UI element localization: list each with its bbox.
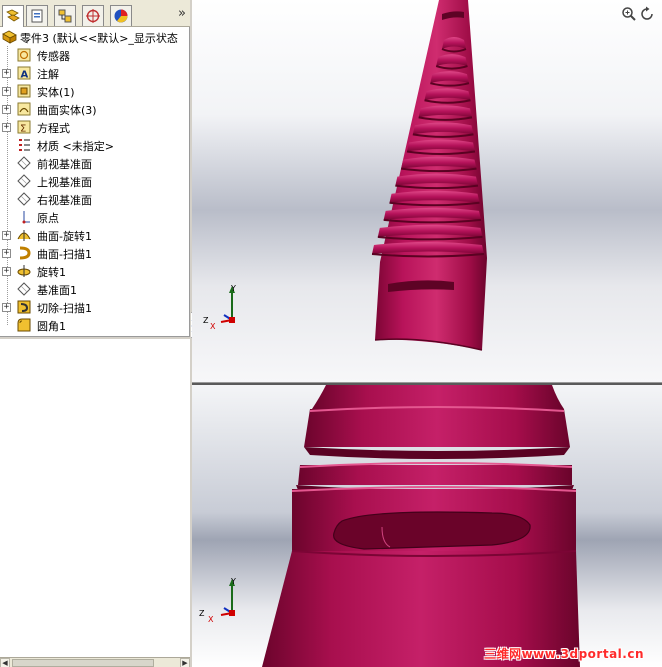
panel-lower-pane: [0, 339, 190, 657]
part-root-icon: [2, 30, 17, 44]
material-icon: [19, 139, 30, 151]
scrollbar-thumb[interactable]: [12, 659, 154, 667]
triad-z-label-bottom: Z: [199, 609, 205, 618]
tree-item-label: 曲面实体(3): [37, 104, 97, 117]
tree-item[interactable]: 右视基准面: [0, 190, 189, 208]
tree-item-label: 圆角1: [37, 320, 66, 333]
tree-item[interactable]: + 曲面-旋转1: [0, 226, 189, 244]
scroll-left-arrow-icon[interactable]: ◀: [0, 658, 10, 667]
surface-sweep-icon: [19, 246, 31, 260]
tree-item[interactable]: 上视基准面: [0, 172, 189, 190]
tree-item-label: 基准面1: [37, 284, 77, 297]
horizontal-scrollbar[interactable]: ◀ ▶: [0, 657, 190, 667]
plane-icon: [17, 156, 31, 170]
triad-z-label: Z: [203, 316, 209, 325]
tree-item-label: 前视基准面: [37, 158, 92, 171]
plane-icon: [17, 174, 31, 188]
tree-item-label: 切除-扫描1: [37, 302, 92, 315]
equation-icon: Σ: [17, 120, 31, 135]
tree-item[interactable]: + 曲面-扫描1: [0, 244, 189, 262]
panel-tab-strip: »: [0, 0, 190, 27]
tree-item[interactable]: + A 注解: [0, 64, 189, 82]
tree-item[interactable]: + 曲面实体(3): [0, 100, 189, 118]
tree-item[interactable]: 材质 <未指定>: [0, 136, 189, 154]
tree-item[interactable]: 基准面1: [0, 280, 189, 298]
surface-revolve-icon: [17, 230, 31, 241]
tree-item-label: 旋转1: [37, 266, 66, 279]
part-model-bottom: [262, 385, 580, 667]
expand-plus-icon[interactable]: +: [2, 123, 11, 132]
feature-manager-panel: » 零件3 (默认<<默认>_显示状态传感器 + A 注解 + 实体(1) + 曲面实体(3)…: [0, 0, 190, 667]
svg-text:Σ: Σ: [20, 124, 26, 135]
tree-item-label: 实体(1): [37, 86, 75, 99]
tree-item-label: 方程式: [37, 122, 70, 135]
propertymanager-icon: [31, 9, 43, 23]
configurationmanager-tab[interactable]: [54, 5, 76, 26]
solid-body-icon: [17, 84, 31, 98]
triad-x-label-bottom: X: [208, 615, 214, 624]
tree-item-label: 曲面-旋转1: [37, 230, 92, 243]
tree-item[interactable]: 原点: [0, 208, 189, 226]
tree-item-label: 曲面-扫描1: [37, 248, 92, 261]
plane-icon: [17, 282, 31, 296]
tree-item-label: 右视基准面: [37, 194, 92, 207]
tree-root-label: 零件3 (默认<<默认>_显示状态: [20, 32, 178, 45]
propertymanager-tab[interactable]: [26, 5, 48, 26]
tree-item[interactable]: 前视基准面: [0, 154, 189, 172]
cut-sweep-icon: [17, 300, 31, 314]
expand-plus-icon[interactable]: +: [2, 249, 11, 258]
origin-icon: [22, 211, 30, 224]
tree-item-label: 原点: [37, 212, 59, 225]
more-tabs-chevron[interactable]: »: [178, 6, 186, 21]
tree-item[interactable]: + 切除-扫描1: [0, 298, 189, 316]
dimxpert-tab[interactable]: [82, 5, 104, 26]
graphics-viewport-bottom[interactable]: Y Z X 三维网www.3dportal.cn: [192, 385, 662, 667]
fillet-icon: [17, 318, 31, 332]
tree-item[interactable]: + Σ 方程式: [0, 118, 189, 136]
graphics-viewport-top[interactable]: Y Z X: [192, 0, 662, 382]
configuration-icon: [58, 9, 72, 23]
plane-icon: [17, 192, 31, 206]
tree-item-label: 传感器: [37, 50, 70, 63]
triad-y-label-bottom: Y: [231, 577, 236, 586]
expand-plus-icon[interactable]: +: [2, 303, 11, 312]
expand-plus-icon[interactable]: +: [2, 231, 11, 240]
rotate-view-icon[interactable]: [639, 6, 655, 22]
expand-plus-icon[interactable]: +: [2, 267, 11, 276]
revolve-icon: [17, 265, 31, 277]
expand-plus-icon[interactable]: +: [2, 105, 11, 114]
part-model-top: [371, 0, 487, 351]
display-tab[interactable]: [110, 5, 132, 26]
annotation-icon: A: [17, 66, 31, 81]
tree-item[interactable]: + 旋转1: [0, 262, 189, 280]
zoom-to-fit-icon[interactable]: [621, 6, 637, 22]
featuremanager-tree-icon: [6, 9, 20, 21]
crosshair-target-icon: [86, 9, 100, 23]
tree-item-label: 材质 <未指定>: [37, 140, 114, 153]
triad-x-label: X: [210, 322, 216, 331]
expand-plus-icon[interactable]: +: [2, 69, 11, 78]
triad-y-label: Y: [231, 284, 236, 293]
svg-text:A: A: [21, 70, 29, 81]
tree-root-part[interactable]: 零件3 (默认<<默认>_显示状态: [0, 28, 189, 46]
expand-plus-icon[interactable]: +: [2, 87, 11, 96]
tree-item[interactable]: 圆角1: [0, 316, 189, 334]
tree-item-label: 上视基准面: [37, 176, 92, 189]
watermark-text: 三维网www.3dportal.cn: [484, 647, 644, 661]
tree-item-label: 注解: [37, 68, 59, 81]
scroll-right-arrow-icon[interactable]: ▶: [180, 658, 190, 667]
tree-item[interactable]: 传感器: [0, 46, 189, 64]
feature-tree: 零件3 (默认<<默认>_显示状态传感器 + A 注解 + 实体(1) + 曲面实体(3) + Σ…: [0, 28, 189, 338]
appearance-pie-icon: [114, 9, 128, 23]
featuremanager-tab[interactable]: [2, 5, 24, 27]
tree-item[interactable]: + 实体(1): [0, 82, 189, 100]
sensor-icon: [17, 48, 31, 62]
surface-body-icon: [17, 102, 31, 116]
